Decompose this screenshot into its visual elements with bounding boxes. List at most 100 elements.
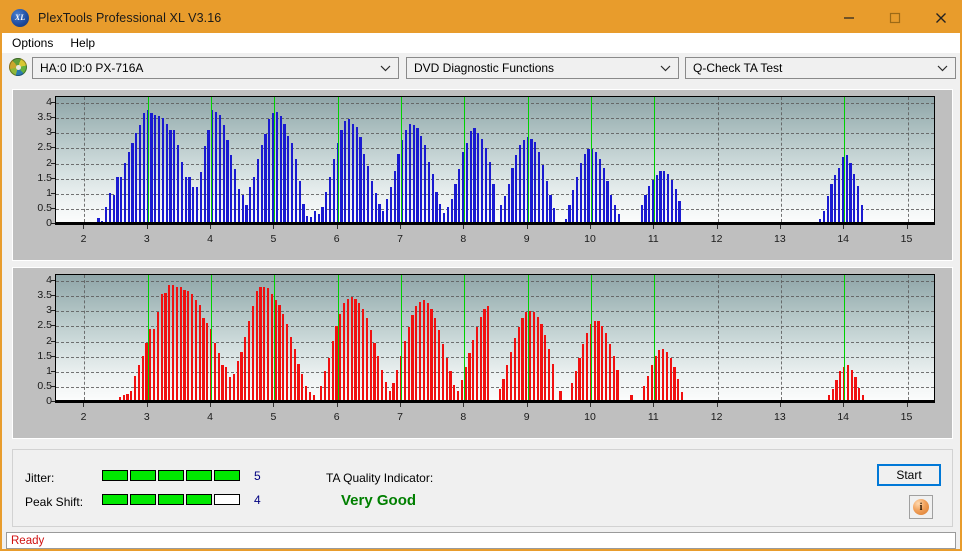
start-button[interactable]: Start [877,464,941,486]
bar [331,341,334,400]
bar [260,144,263,222]
menu-item-options[interactable]: Options [9,35,60,52]
peak-shift-label: Peak Shift: [25,495,84,509]
bar [149,328,152,400]
x-axis-tick [336,225,338,229]
chevron-down-icon [937,64,948,72]
x-axis-tick [210,403,212,407]
bar [454,184,457,222]
status-text: Ready [11,534,45,547]
bar [570,383,574,400]
bar [650,365,653,400]
info-button[interactable]: i [909,495,933,519]
meter-segment [158,470,184,481]
bar [354,298,357,400]
bar [384,381,387,400]
bar [150,113,153,222]
bar [365,318,368,400]
bar [329,176,332,222]
minimize-icon[interactable] [826,2,872,33]
bar [507,184,510,222]
meter-segment [130,470,156,481]
chevron-down-icon [660,64,671,72]
bar [586,333,589,400]
menu-bar: Options Help [2,33,960,53]
bar [135,132,138,222]
bar [613,205,617,222]
bar [168,285,171,400]
bar [275,111,279,222]
bar [663,170,666,222]
x-axis-tick [83,403,85,407]
bar [426,303,429,400]
menu-item-help[interactable]: Help [67,35,102,52]
bar [441,344,444,400]
bar [161,117,165,222]
ta-quality-label: TA Quality Indicator: [326,471,434,485]
bar [283,123,286,222]
bar [422,300,425,400]
bar [606,181,609,222]
drive-select[interactable]: HA:0 ID:0 PX-716A [32,57,399,79]
window-controls [826,2,960,33]
meter-segment [214,494,240,505]
bar [165,123,168,222]
x-axis-tick-label: 5 [270,233,277,245]
bar [370,181,373,222]
bar [255,291,258,400]
x-axis-tick [526,403,528,407]
maximize-icon[interactable] [872,2,918,33]
speed-marker [274,275,276,400]
bar [392,383,395,400]
bar [487,306,490,400]
bar [386,199,389,222]
close-icon[interactable] [918,2,960,33]
x-axis-tick [779,403,781,407]
bar [213,342,216,400]
bar [835,380,838,400]
x-axis-tick-label: 13 [774,233,786,245]
bar [116,176,119,222]
x-axis-tick [83,225,85,229]
speed-marker [337,97,339,222]
bar [548,348,551,400]
bar [179,286,182,400]
bar [442,212,446,222]
bar [297,363,300,400]
x-axis-tick-label: 2 [80,233,87,245]
bar [465,143,468,222]
function-select[interactable]: DVD Diagnostic Functions [406,57,679,79]
x-axis-tick [526,225,528,229]
speed-marker [590,275,592,400]
bar [237,188,241,222]
bar [529,310,532,400]
bar [342,303,346,400]
bar [510,351,513,400]
bar [169,129,172,222]
bar [511,167,514,222]
speed-marker [464,275,466,400]
bar [377,356,380,400]
speed-marker [147,275,149,400]
chevron-down-icon [380,64,391,72]
bar [320,386,323,400]
bar [215,111,218,222]
x-axis-tick-label: 11 [647,411,659,423]
x-axis-tick-label: 6 [333,233,340,245]
bar [437,330,441,400]
bar [427,161,430,222]
bar [643,386,646,400]
application-window: XL PlexTools Professional XL V3.16 Optio… [0,0,962,551]
x-axis-tick-label: 4 [207,411,214,423]
x-axis-tick-label: 13 [774,411,786,423]
bar [601,325,604,400]
bar [681,392,684,400]
bar [263,286,266,400]
test-select[interactable]: Q-Check TA Test [685,57,956,79]
meter-segment [130,494,156,505]
bar [408,123,411,222]
bar [187,291,190,400]
bar [418,301,422,400]
bar [367,166,370,222]
bar [416,128,419,222]
